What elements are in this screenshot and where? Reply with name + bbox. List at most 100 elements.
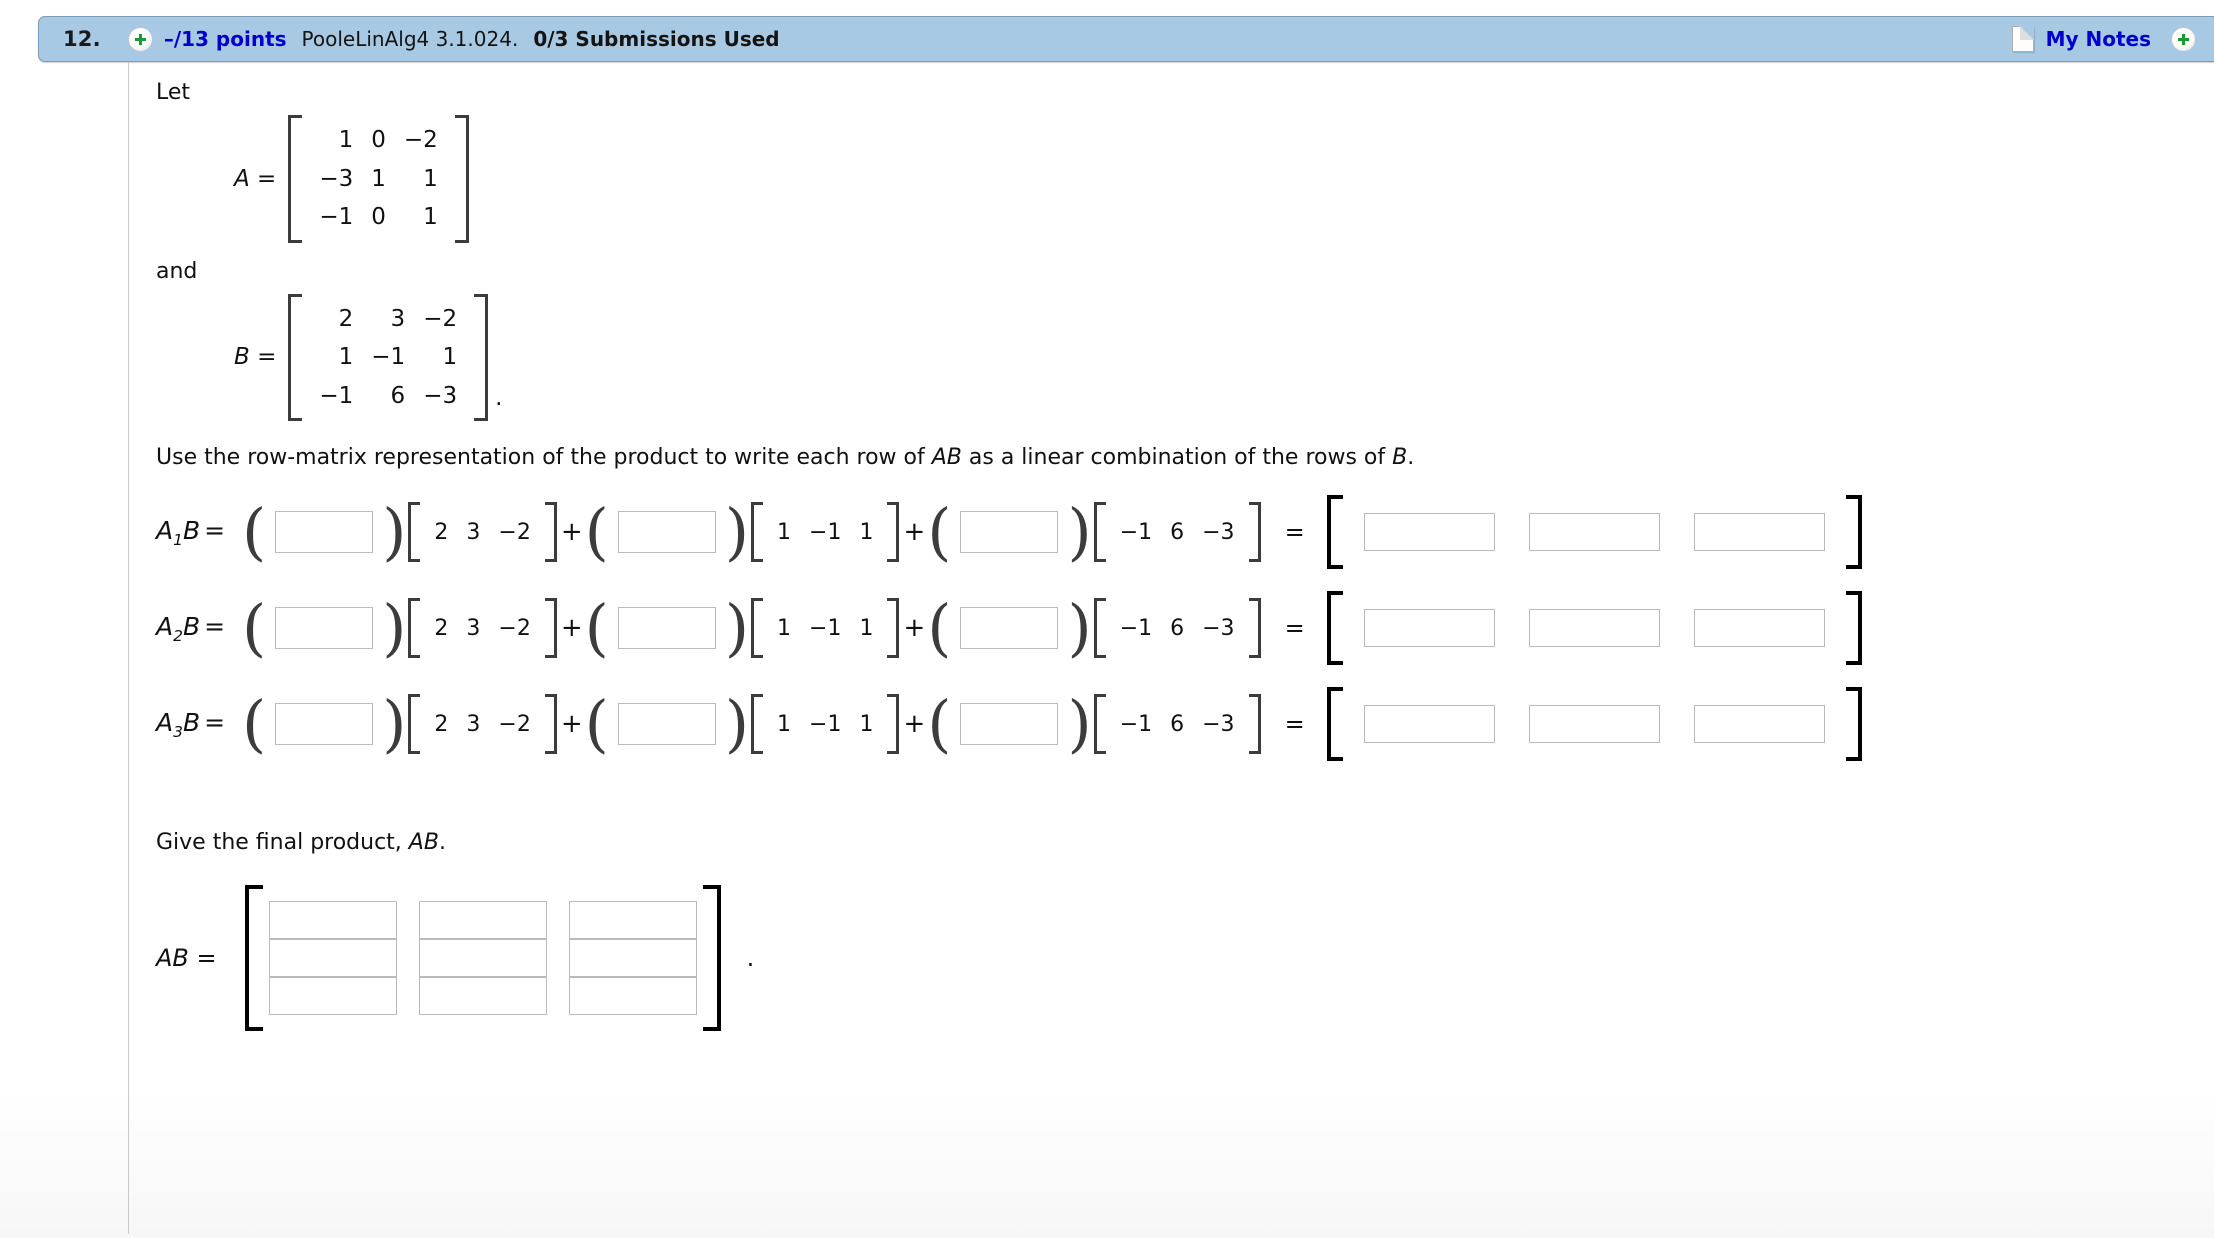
- answer-input-1-3[interactable]: [1693, 513, 1825, 551]
- b-row-vector-cell: −1: [1119, 615, 1153, 641]
- b-row-vector-cell: 2: [434, 711, 449, 737]
- final-product-row-2: [268, 939, 697, 977]
- question-header-bar: 12. –/13 points PooleLinAlg4 3.1.024. 0/…: [38, 16, 2214, 62]
- b-row-vector-cell: −3: [1202, 519, 1235, 545]
- open-paren: (: [584, 686, 609, 760]
- instruction-part-3: .: [1407, 445, 1415, 470]
- matrix-a-cell: −3: [319, 165, 354, 192]
- final-product-label: AB =: [156, 944, 217, 972]
- matrix-b-bracket: 2 3 −2 1 −1 1 −1 6 −3: [288, 293, 488, 422]
- equation-list: A1B =() 2 3 −2 +() 1 −1 1 +() −1 6 −3 = A2B =() 2 3 −2 +() 1…: [156, 484, 2196, 772]
- coefficient-input-3-2[interactable]: [617, 703, 716, 745]
- final-product-input-1-2[interactable]: [418, 901, 547, 939]
- answer-row-vector-2: [1326, 591, 1862, 665]
- answer-input-3-2[interactable]: [1528, 705, 1660, 743]
- answer-input-2-1[interactable]: [1363, 609, 1495, 647]
- final-product-row-3: [268, 977, 697, 1015]
- final-question-part-1: Give the final product,: [156, 830, 409, 855]
- answer-input-2-3[interactable]: [1693, 609, 1825, 647]
- b-row-vector-3: −1 6 −3: [1093, 598, 1261, 658]
- notes-plus-circle-icon[interactable]: [2171, 26, 2196, 52]
- note-page-icon[interactable]: [2011, 26, 2034, 52]
- matrix-a-bracket: 1 0 −2 −3 1 1 −1 0 1: [288, 115, 470, 243]
- matrix-b-cell: 2: [338, 305, 354, 332]
- answer-input-3-1[interactable]: [1363, 705, 1495, 743]
- b-row-vector-cell: −2: [498, 519, 531, 545]
- matrix-b-cell: −1: [371, 344, 406, 370]
- matrix-b-label: B =: [234, 344, 277, 371]
- matrix-a-cell: −1: [319, 204, 354, 230]
- plus-circle-icon[interactable]: [127, 26, 153, 52]
- instruction-text: Use the row-matrix representation of the…: [156, 445, 2196, 470]
- equation-label-3: A3B =: [156, 707, 226, 741]
- let-text: Let: [156, 80, 191, 105]
- open-paren: (: [242, 686, 267, 760]
- b-row-vector-3: −1 6 −3: [1093, 694, 1261, 754]
- coefficient-input-2-2[interactable]: [617, 607, 716, 649]
- instruction-em-ab: AB: [931, 445, 962, 470]
- submissions-used: 0/3 Submissions Used: [533, 27, 780, 51]
- b-row-vector-cell: 1: [777, 615, 792, 641]
- answer-input-3-3[interactable]: [1693, 705, 1825, 743]
- equation-label-1: A1B =: [156, 515, 226, 549]
- b-row-vector-1: 2 3 −2: [408, 598, 558, 658]
- matrix-b-cell: −1: [319, 382, 354, 409]
- b-row-vector-cell: 6: [1170, 519, 1185, 545]
- coefficient-input-3-3[interactable]: [960, 703, 1059, 745]
- final-product-input-3-2[interactable]: [418, 977, 547, 1015]
- b-row-vector-3: −1 6 −3: [1093, 502, 1261, 562]
- answer-row-vector-1: [1326, 495, 1862, 569]
- final-product-answer: AB = .: [156, 885, 2196, 1031]
- matrix-a-cell: 1: [423, 165, 438, 192]
- question-page: 12. –/13 points PooleLinAlg4 3.1.024. 0/…: [0, 0, 2214, 1238]
- answer-input-2-2[interactable]: [1528, 609, 1660, 647]
- matrix-a-cell: 1: [371, 165, 386, 192]
- close-paren: ): [1067, 494, 1092, 568]
- question-number: 12.: [63, 27, 101, 51]
- close-paren: ): [1067, 590, 1092, 664]
- final-product-input-2-2[interactable]: [418, 939, 547, 977]
- close-paren: ): [724, 590, 750, 664]
- b-row-vector-cell: 2: [434, 615, 449, 641]
- final-product-input-3-1[interactable]: [268, 977, 397, 1015]
- final-product-input-2-3[interactable]: [568, 939, 697, 977]
- matrix-b-row: −1 6 −3: [310, 377, 466, 416]
- open-paren: (: [927, 494, 952, 568]
- answer-input-1-1[interactable]: [1363, 513, 1495, 551]
- close-paren: ): [382, 494, 407, 568]
- coefficient-input-1-2[interactable]: [617, 511, 716, 553]
- matrix-b-cell: 1: [442, 344, 458, 370]
- final-product-input-1-1[interactable]: [268, 901, 397, 939]
- coefficient-input-1-1[interactable]: [275, 511, 374, 553]
- my-notes-button[interactable]: My Notes: [2046, 27, 2151, 51]
- final-product-question: Give the final product, AB.: [156, 830, 2196, 855]
- final-product-input-2-1[interactable]: [268, 939, 397, 977]
- close-paren: ): [382, 686, 407, 760]
- matrix-b-cell: 6: [390, 382, 406, 409]
- final-product-input-3-3[interactable]: [568, 977, 697, 1015]
- equals-operator: =: [1284, 710, 1305, 738]
- matrix-b-cell: 3: [390, 305, 406, 332]
- matrix-a-cell: −2: [403, 127, 438, 153]
- content-divider-rule: [128, 62, 129, 1234]
- coefficient-input-1-3[interactable]: [960, 511, 1059, 553]
- equation-row-3: A3B =() 2 3 −2 +() 1 −1 1 +() −1 6 −3 =: [156, 676, 2196, 772]
- answer-input-1-2[interactable]: [1528, 513, 1660, 551]
- open-paren: (: [242, 494, 267, 568]
- matrix-b-cell: −3: [423, 382, 458, 409]
- matrix-a-display: A = 1 0 −2 −3 1 1 −1 0 1: [234, 115, 2196, 243]
- b-row-vector-cell: −2: [498, 615, 531, 641]
- b-row-vector-cell: 6: [1170, 711, 1185, 737]
- matrix-b-period: .: [495, 385, 503, 411]
- b-row-vector-cell: −1: [1119, 519, 1153, 545]
- coefficient-input-3-1[interactable]: [275, 703, 374, 745]
- final-product-input-1-3[interactable]: [568, 901, 697, 939]
- coefficient-input-2-1[interactable]: [275, 607, 374, 649]
- open-paren: (: [927, 590, 952, 664]
- instruction-part-2: as a linear combination of the rows of: [961, 445, 1393, 470]
- b-row-vector-cell: −3: [1202, 711, 1235, 737]
- coefficient-input-2-3[interactable]: [960, 607, 1059, 649]
- b-row-vector-cell: −2: [498, 711, 531, 737]
- matrix-a-row: −1 0 1: [310, 198, 446, 237]
- and-text: and: [156, 258, 198, 284]
